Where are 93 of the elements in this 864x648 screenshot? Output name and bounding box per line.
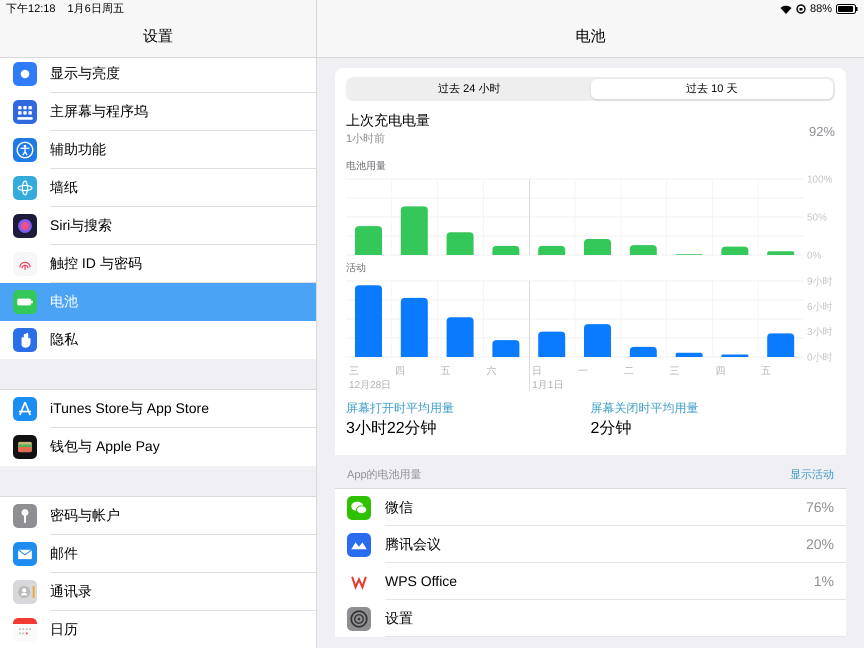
battery-icon — [836, 4, 858, 14]
sidebar-item[interactable]: Siri与搜索 — [0, 206, 316, 245]
axis-tick-label: 6小时 — [807, 301, 833, 312]
wifi-icon — [780, 4, 792, 14]
sidebar-item[interactable]: 钱包与 Apple Pay — [0, 428, 316, 466]
axis-tick-label: 50% — [807, 212, 828, 223]
stat-value: 3小时22分钟 — [346, 418, 437, 438]
axis-tick-label: 六 — [486, 366, 496, 376]
meeting-logo-icon — [347, 532, 371, 556]
axis-tick-label: 一 — [578, 366, 588, 376]
stat-label: 屏幕关闭时平均用量 — [590, 400, 698, 416]
chart-bar — [400, 297, 428, 356]
axis-tick-label: 四 — [715, 366, 726, 376]
chart-bar — [584, 238, 611, 254]
chart-bar — [492, 340, 520, 356]
chart-bar — [630, 244, 657, 254]
rotation-lock-icon — [796, 4, 806, 14]
battery-percent: 88% — [810, 2, 832, 17]
axis-tick-label: 100% — [807, 174, 833, 185]
chart-title: 活动 — [346, 262, 366, 274]
app-name: 设置 — [385, 608, 413, 628]
axis-tick-label: 0% — [807, 250, 822, 261]
app-store-icon — [13, 396, 37, 421]
sidebar-item[interactable]: iTunes Store与 App Store — [0, 390, 316, 428]
axis-tick-label: 0小时 — [807, 352, 833, 363]
display-icon — [13, 62, 37, 86]
axis-tick-label: 五 — [440, 366, 451, 376]
envelope-icon — [13, 542, 37, 566]
flower-icon — [13, 176, 37, 200]
date-label: 1月1日 — [532, 380, 564, 390]
chart-bar — [492, 245, 520, 254]
axis-tick-label: 二 — [624, 366, 634, 376]
app-usage-percent: 76% — [806, 498, 834, 516]
chart-bar — [676, 352, 703, 356]
key-icon — [13, 504, 37, 528]
chart-bar — [721, 246, 748, 254]
last-charge-time: 1小时前 — [346, 132, 386, 147]
wallet-icon — [13, 434, 37, 459]
last-charge-value: 92% — [808, 123, 835, 141]
axis-tick-label: 9小时 — [807, 276, 833, 287]
chart-bar — [538, 331, 566, 356]
sidebar-title: 设置 — [143, 27, 173, 48]
siri-icon — [13, 214, 37, 238]
fingerprint-icon — [13, 252, 37, 276]
date-label: 12月28日 — [349, 380, 392, 390]
sidebar-item[interactable]: 显示与亮度 — [0, 58, 316, 93]
sidebar-item[interactable]: 触控 ID 与密码 — [0, 244, 316, 283]
sidebar-item[interactable]: 通讯录 — [0, 572, 316, 611]
app-usage-percent: 1% — [814, 572, 834, 590]
page-title: 电池 — [576, 27, 606, 48]
section-header: App的电池用量 — [347, 468, 422, 482]
axis-tick-label: 日 — [532, 366, 542, 376]
chart-bar — [721, 354, 748, 356]
axis-tick-label: 四 — [394, 366, 405, 376]
sidebar-item[interactable]: 辅助功能 — [0, 130, 316, 169]
chart-bar — [584, 324, 611, 356]
sidebar-item[interactable]: 日历 — [0, 610, 316, 648]
sidebar-item[interactable]: 邮件 — [0, 534, 316, 573]
accessibility-icon — [13, 138, 37, 162]
chart-bar — [538, 245, 566, 254]
axis-tick-label: 三 — [349, 366, 359, 376]
axis-tick-label: 三 — [670, 366, 680, 376]
chat-bubbles-icon — [347, 496, 371, 520]
segment-tab[interactable]: 过去 24 小时 — [348, 79, 590, 99]
chart-bar — [355, 226, 382, 254]
last-charge-label: 上次充电电量 — [346, 111, 430, 130]
app-usage-percent: 20% — [806, 534, 834, 554]
chart-bar — [767, 332, 794, 356]
contact-person-icon — [13, 580, 37, 604]
app-name: 微信 — [385, 498, 413, 516]
sidebar-item[interactable]: 墙纸 — [0, 168, 316, 207]
axis-tick-label: 3小时 — [807, 326, 833, 338]
stat-label: 屏幕打开时平均用量 — [346, 400, 454, 416]
chart-title: 电池用量 — [346, 160, 386, 172]
chart-bar — [355, 284, 382, 356]
chart-bar — [446, 232, 474, 254]
app-grid-icon — [13, 100, 37, 124]
chart-bar — [767, 250, 794, 254]
sidebar-item[interactable]: 隐私 — [0, 320, 316, 359]
sidebar-item[interactable]: 主屏幕与程序坞 — [0, 92, 316, 131]
hand-icon — [13, 328, 37, 352]
chart-bar — [400, 206, 428, 254]
status-time: 下午12:18 — [6, 2, 56, 17]
sidebar-item[interactable]: 密码与帐户 — [0, 496, 316, 535]
stat-value: 2分钟 — [590, 418, 632, 438]
battery-icon — [13, 290, 37, 314]
axis-tick-label: 五 — [761, 366, 772, 376]
status-date: 1月6日周五 — [68, 2, 124, 17]
chart-bar — [630, 346, 657, 356]
chart-bar — [446, 316, 474, 356]
segment-tab[interactable]: 过去 10 天 — [590, 79, 833, 99]
app-name: 腾讯会议 — [385, 534, 441, 554]
app-name: WPS Office — [385, 572, 458, 590]
